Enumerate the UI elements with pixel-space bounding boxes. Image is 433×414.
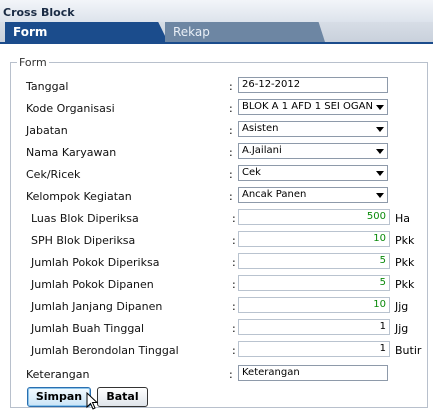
simpan-button[interactable]: Simpan [27, 387, 91, 407]
nama-karyawan-select[interactable]: A.Jailani [238, 143, 388, 159]
mouse-cursor-icon [86, 392, 99, 410]
colon: : [229, 146, 233, 159]
chevron-down-icon[interactable] [376, 105, 384, 110]
unit-pokok-dipanen: Pkk [395, 278, 415, 291]
label-nama-karyawan: Nama Karyawan [26, 146, 117, 159]
unit-luas-blok: Ha [395, 212, 411, 225]
pokok-dipanen-input[interactable]: 5 [238, 275, 390, 291]
nama-karyawan-value: A.Jailani [242, 145, 282, 156]
unit-buah-tinggal: Jjg [395, 322, 409, 335]
janjang-dipanen-input[interactable]: 10 [238, 297, 390, 313]
jabatan-select[interactable]: Asisten [238, 121, 388, 137]
label-kode-organisasi: Kode Organisasi [26, 102, 115, 115]
colon: : [232, 212, 236, 225]
unit-sph-blok: Pkk [395, 234, 415, 247]
label-buah-tinggal: Jumlah Buah Tinggal [31, 322, 145, 335]
chevron-down-icon[interactable] [376, 171, 384, 176]
colon: : [232, 322, 236, 335]
label-pokok-dipanen: Jumlah Pokok Dipanen [31, 278, 154, 291]
tab-form[interactable]: Form [5, 22, 168, 42]
label-pokok-diperiksa: Jumlah Pokok Diperiksa [31, 256, 160, 269]
luas-blok-input[interactable]: 500 [238, 209, 390, 225]
colon: : [229, 168, 233, 181]
chevron-down-icon[interactable] [376, 127, 384, 132]
label-keterangan: Keterangan [26, 368, 90, 381]
cek-ricek-select[interactable]: Cek [238, 165, 388, 181]
unit-janjang-dipanen: Jjg [395, 300, 409, 313]
kode-organisasi-value: BLOK A 1 AFD 1 SEI OGAN [242, 101, 373, 112]
tanggal-input[interactable]: 26-12-2012 [238, 77, 388, 93]
chevron-down-icon[interactable] [376, 149, 384, 154]
title-bar: Cross Block [0, 0, 433, 22]
label-jabatan: Jabatan [26, 124, 68, 137]
window-title: Cross Block [3, 6, 75, 19]
unit-pokok-diperiksa: Pkk [395, 256, 415, 269]
label-sph-blok: SPH Blok Diperiksa [31, 234, 136, 247]
colon: : [232, 344, 236, 357]
keterangan-input[interactable]: Keterangan [238, 365, 388, 381]
colon: : [229, 368, 233, 381]
kelompok-kegiatan-value: Ancak Panen [242, 189, 307, 200]
colon: : [232, 234, 236, 247]
unit-berondolan-tinggal: Butir [395, 344, 422, 357]
label-janjang-dipanen: Jumlah Janjang Dipanen [31, 300, 163, 313]
kelompok-kegiatan-select[interactable]: Ancak Panen [238, 187, 388, 203]
colon: : [229, 80, 233, 93]
tab-rekap[interactable]: Rekap [165, 22, 325, 42]
label-kelompok-kegiatan: Kelompok Kegiatan [26, 190, 132, 203]
kode-organisasi-select[interactable]: BLOK A 1 AFD 1 SEI OGAN [238, 99, 388, 115]
pokok-diperiksa-input[interactable]: 5 [238, 253, 390, 269]
colon: : [229, 102, 233, 115]
label-cek-ricek: Cek/Ricek [26, 168, 81, 181]
colon: : [232, 300, 236, 313]
label-tanggal: Tanggal [26, 80, 69, 93]
cek-ricek-value: Cek [242, 167, 261, 178]
colon: : [232, 278, 236, 291]
label-luas-blok: Luas Blok Diperiksa [31, 212, 139, 225]
berondolan-tinggal-input[interactable]: 1 [238, 341, 390, 357]
colon: : [229, 190, 233, 203]
chevron-down-icon[interactable] [376, 193, 384, 198]
tab-strip: Form Rekap [0, 22, 433, 44]
label-berondolan-tinggal: Jumlah Berondolan Tinggal [31, 344, 179, 357]
batal-button[interactable]: Batal [97, 387, 148, 407]
jabatan-value: Asisten [242, 123, 279, 134]
sph-blok-input[interactable]: 10 [238, 231, 390, 247]
colon: : [229, 124, 233, 137]
colon: : [232, 256, 236, 269]
buah-tinggal-input[interactable]: 1 [238, 319, 390, 335]
form-legend: Form [19, 56, 47, 69]
